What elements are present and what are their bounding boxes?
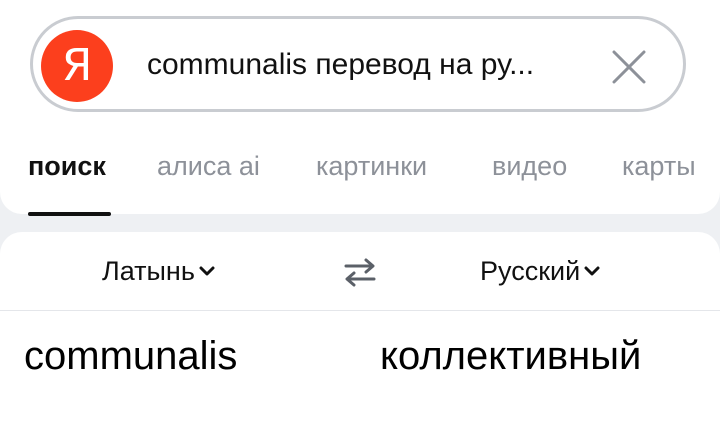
translator-widget: Латынь Русский communalis коллективный [0, 232, 720, 426]
translated-word[interactable]: коллективный [380, 332, 641, 380]
target-language-label: Русский [480, 256, 581, 286]
active-tab-indicator [28, 212, 111, 216]
source-word[interactable]: communalis [24, 332, 237, 380]
tab-search[interactable]: поиск [28, 148, 106, 184]
yandex-logo-icon[interactable]: Я [41, 30, 113, 102]
tab-alice-ai[interactable]: алиса ai [157, 148, 260, 184]
swap-arrows-icon[interactable] [342, 256, 378, 288]
chevron-down-icon [584, 266, 600, 276]
tab-images[interactable]: картинки [316, 148, 427, 184]
tab-video[interactable]: видео [492, 148, 567, 184]
source-language-label: Латынь [102, 256, 195, 286]
language-selector-row: Латынь Русский [0, 232, 720, 311]
close-icon[interactable] [611, 49, 647, 85]
target-language-select[interactable]: Русский [480, 254, 600, 288]
search-bar[interactable]: Я communalis перевод на ру... [30, 16, 686, 112]
chevron-down-icon [199, 266, 215, 276]
search-tabs: поиск алиса ai картинки видео карты [0, 144, 720, 216]
search-header: Я communalis перевод на ру... поиск алис… [0, 0, 720, 216]
tab-maps[interactable]: карты [622, 148, 696, 184]
source-language-select[interactable]: Латынь [102, 254, 215, 288]
search-input[interactable]: communalis перевод на ру... [147, 46, 597, 84]
